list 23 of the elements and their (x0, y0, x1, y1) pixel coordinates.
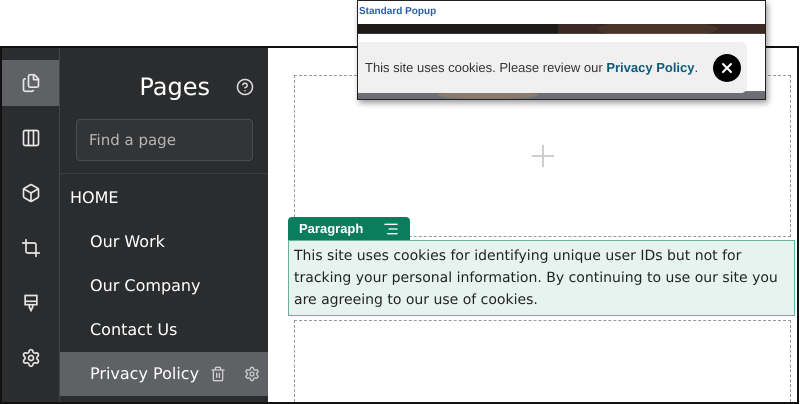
close-button[interactable] (713, 54, 741, 82)
popup-title: Standard Popup (358, 5, 438, 19)
privacy-link[interactable]: Privacy Policy (606, 60, 694, 75)
rail-button[interactable] (2, 60, 59, 106)
panel-title: Pages (139, 72, 210, 103)
page-item[interactable]: HOME (60, 176, 268, 220)
page-item[interactable]: Our Company (60, 264, 268, 308)
menu-icon[interactable] (383, 220, 399, 236)
page-item[interactable]: Our Work (60, 220, 268, 264)
trash-icon[interactable] (210, 366, 226, 382)
columns-icon (20, 128, 40, 148)
search-field[interactable]: Find a page (76, 119, 253, 161)
page-item[interactable]: Privacy Policy (60, 352, 268, 396)
page-item[interactable]: Contact Us (60, 308, 268, 352)
help-icon[interactable] (236, 78, 254, 96)
settings-icon[interactable] (244, 366, 260, 382)
crop-icon (20, 238, 40, 258)
cube-icon (20, 183, 40, 203)
settings-icon (20, 348, 40, 368)
paragraph-tab[interactable]: Paragraph (288, 217, 410, 240)
pages-icon (20, 73, 40, 93)
paragraph-block[interactable]: This site uses cookies for identifying unique user IDs but not for tracking your personal information. By continuing to use our site you are agreeing to our use of cookies. (288, 240, 795, 316)
cookie-message: This site uses cookies. Please review our Privacy Policy. (365, 58, 700, 77)
